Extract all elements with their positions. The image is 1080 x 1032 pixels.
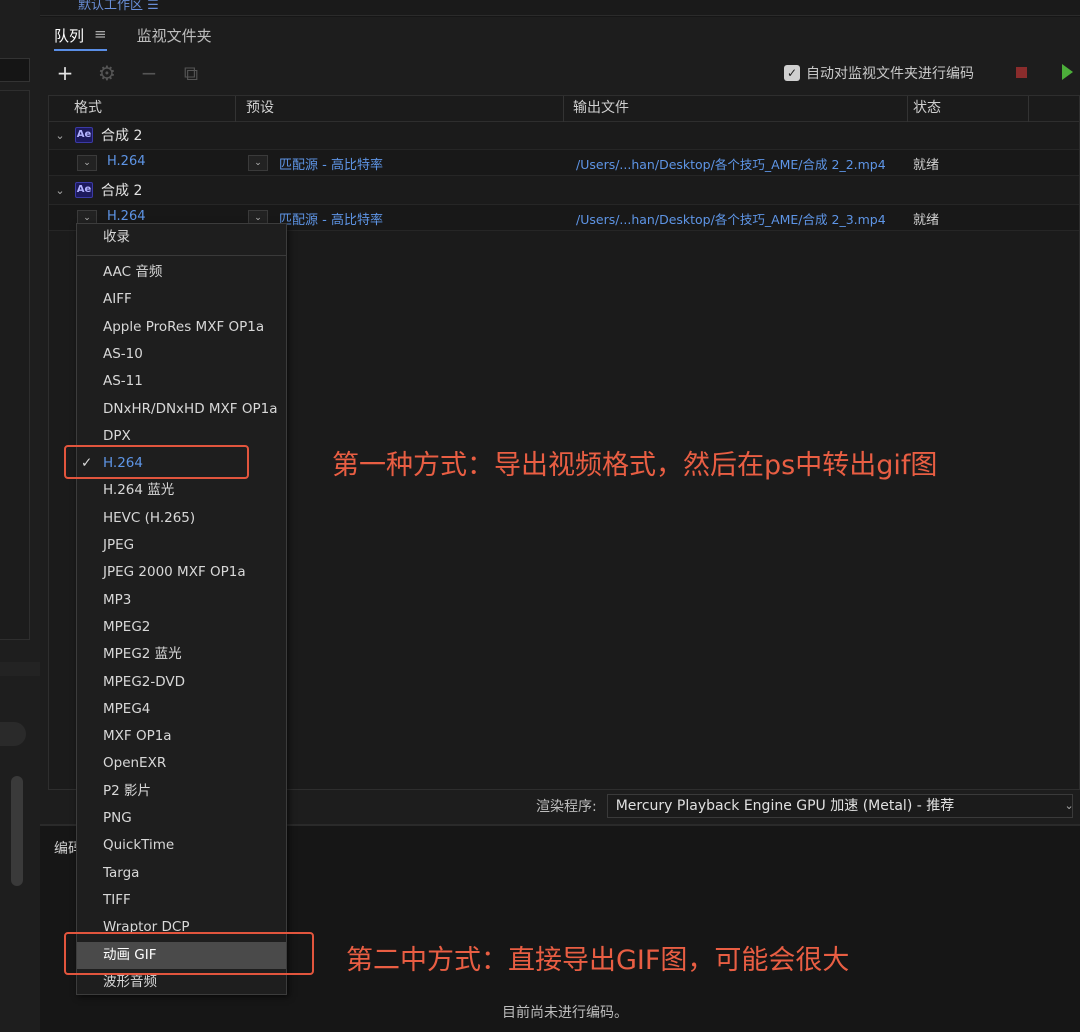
renderer-select[interactable]: Mercury Playback Engine GPU 加速 (Metal) -… — [606, 794, 1074, 818]
menu-item[interactable]: AAC 音频 — [77, 259, 286, 286]
chevron-down-icon[interactable]: ⌄ — [53, 129, 67, 142]
menu-item[interactable]: DNxHR/DNxHD MXF OP1a — [77, 396, 286, 423]
menu-item[interactable]: AIFF — [77, 286, 286, 313]
annotation-note-1: 第一种方式：导出视频格式，然后在ps中转出gif图 — [332, 450, 938, 481]
menu-item[interactable]: AS-11 — [77, 368, 286, 395]
panel-menu-icon[interactable]: ≡ — [94, 25, 107, 45]
output-file-link[interactable]: /Users/...han/Desktop/各个技巧_AME/合成 2_3.mp… — [576, 209, 886, 228]
renderer-row: 渲染程序: Mercury Playback Engine GPU 加速 (Me… — [536, 794, 1074, 818]
tab-queue[interactable]: 队列 ≡ — [54, 25, 107, 51]
menu-item[interactable]: AS-10 — [77, 341, 286, 368]
queue-group[interactable]: ⌄ Ae 合成 2 — [49, 122, 1079, 148]
group-name: 合成 2 — [101, 183, 143, 199]
preset-link[interactable]: 匹配源 - 高比特率 — [279, 154, 383, 173]
column-format[interactable]: 格式 — [74, 96, 102, 120]
menu-item[interactable]: Apple ProRes MXF OP1a — [77, 314, 286, 341]
column-divider — [563, 96, 564, 122]
preset-link[interactable]: 匹配源 - 高比特率 — [279, 209, 383, 228]
menu-item[interactable]: MPEG2 蓝光 — [77, 641, 286, 668]
start-queue-button[interactable] — [1062, 64, 1073, 80]
auto-encode-option[interactable]: ✓ 自动对监视文件夹进行编码 — [784, 63, 974, 83]
menu-item[interactable]: PNG — [77, 805, 286, 832]
menu-item[interactable]: MXF OP1a — [77, 723, 286, 750]
column-preset[interactable]: 预设 — [246, 96, 274, 120]
menu-item[interactable]: MPEG2-DVD — [77, 669, 286, 696]
left-panel-strip — [0, 0, 40, 1032]
encoding-message: 目前尚未进行编码。 — [502, 1005, 628, 1021]
workspace-tab[interactable]: 默认工作区 ☰ — [78, 0, 159, 13]
format-link[interactable]: H.264 — [107, 209, 146, 224]
queue-column-headers: 格式 预设 输出文件 状态 — [49, 96, 1079, 122]
menu-item[interactable]: QuickTime — [77, 832, 286, 859]
queue-item[interactable]: ⌄ H.264 ⌄ 匹配源 - 高比特率 /Users/...han/Deskt… — [49, 149, 1079, 176]
menu-item[interactable]: OpenEXR — [77, 750, 286, 777]
renderer-value: Mercury Playback Engine GPU 加速 (Metal) -… — [615, 798, 955, 814]
renderer-label: 渲染程序: — [536, 799, 597, 815]
menu-item[interactable]: P2 影片 — [77, 778, 286, 805]
menu-item[interactable]: Targa — [77, 860, 286, 887]
menu-item-favorites[interactable]: 收录 — [77, 224, 286, 251]
remove-button[interactable]: − — [138, 61, 160, 85]
stop-queue-button[interactable] — [1016, 67, 1027, 78]
format-dropdown[interactable]: ⌄ — [77, 155, 97, 171]
queue-group[interactable]: ⌄ Ae 合成 2 — [49, 177, 1079, 203]
menu-item[interactable]: MP3 — [77, 587, 286, 614]
column-divider — [235, 96, 236, 122]
status-label: 就绪 — [913, 158, 940, 173]
menu-item[interactable]: H.264 蓝光 — [77, 477, 286, 504]
queue-toolbar: + ⚙ − ⧉ — [54, 61, 202, 85]
column-status[interactable]: 状态 — [913, 96, 941, 120]
auto-encode-label: 自动对监视文件夹进行编码 — [806, 66, 974, 82]
output-file-link[interactable]: /Users/...han/Desktop/各个技巧_AME/合成 2_2.mp… — [576, 154, 886, 173]
menu-item[interactable]: JPEG 2000 MXF OP1a — [77, 559, 286, 586]
annotation-box-gif — [64, 932, 314, 975]
settings-icon[interactable]: ⚙ — [96, 61, 118, 85]
preset-dropdown[interactable]: ⌄ — [248, 155, 268, 171]
column-divider — [1028, 96, 1029, 122]
menu-item[interactable]: HEVC (H.265) — [77, 505, 286, 532]
menu-item[interactable]: MPEG2 — [77, 614, 286, 641]
left-panel-pill[interactable] — [0, 722, 26, 746]
after-effects-icon: Ae — [75, 182, 93, 198]
menu-item[interactable]: TIFF — [77, 887, 286, 914]
tab-watch-folder[interactable]: 监视文件夹 — [137, 25, 212, 51]
top-bar: 默认工作区 ☰ — [40, 0, 1080, 16]
column-divider — [907, 96, 908, 122]
menu-separator — [77, 255, 286, 256]
format-link[interactable]: H.264 — [107, 154, 146, 169]
panel-tabs: 队列 ≡ 监视文件夹 — [54, 25, 212, 51]
left-browser-panel — [0, 90, 30, 640]
menu-item[interactable]: JPEG — [77, 532, 286, 559]
group-name: 合成 2 — [101, 128, 143, 144]
left-scrollbar[interactable] — [11, 776, 23, 886]
menu-item[interactable]: MPEG4 — [77, 696, 286, 723]
format-dropdown-menu: 收录 AAC 音频 AIFF Apple ProRes MXF OP1a AS-10 A… — [76, 223, 287, 995]
left-panel-divider — [0, 662, 40, 676]
duplicate-button[interactable]: ⧉ — [180, 61, 202, 85]
annotation-note-2: 第二中方式：直接导出GIF图，可能会很大 — [346, 945, 850, 976]
annotation-box-h264 — [64, 445, 249, 479]
chevron-down-icon[interactable]: ⌄ — [53, 184, 67, 197]
left-search-field[interactable] — [0, 58, 30, 82]
column-output[interactable]: 输出文件 — [573, 96, 629, 120]
add-source-button[interactable]: + — [54, 61, 76, 85]
after-effects-icon: Ae — [75, 127, 93, 143]
tab-queue-label: 队列 — [54, 27, 85, 45]
status-label: 就绪 — [913, 213, 940, 228]
auto-encode-checkbox[interactable]: ✓ — [784, 65, 800, 81]
chevron-down-icon: ⌄ — [1064, 799, 1074, 812]
